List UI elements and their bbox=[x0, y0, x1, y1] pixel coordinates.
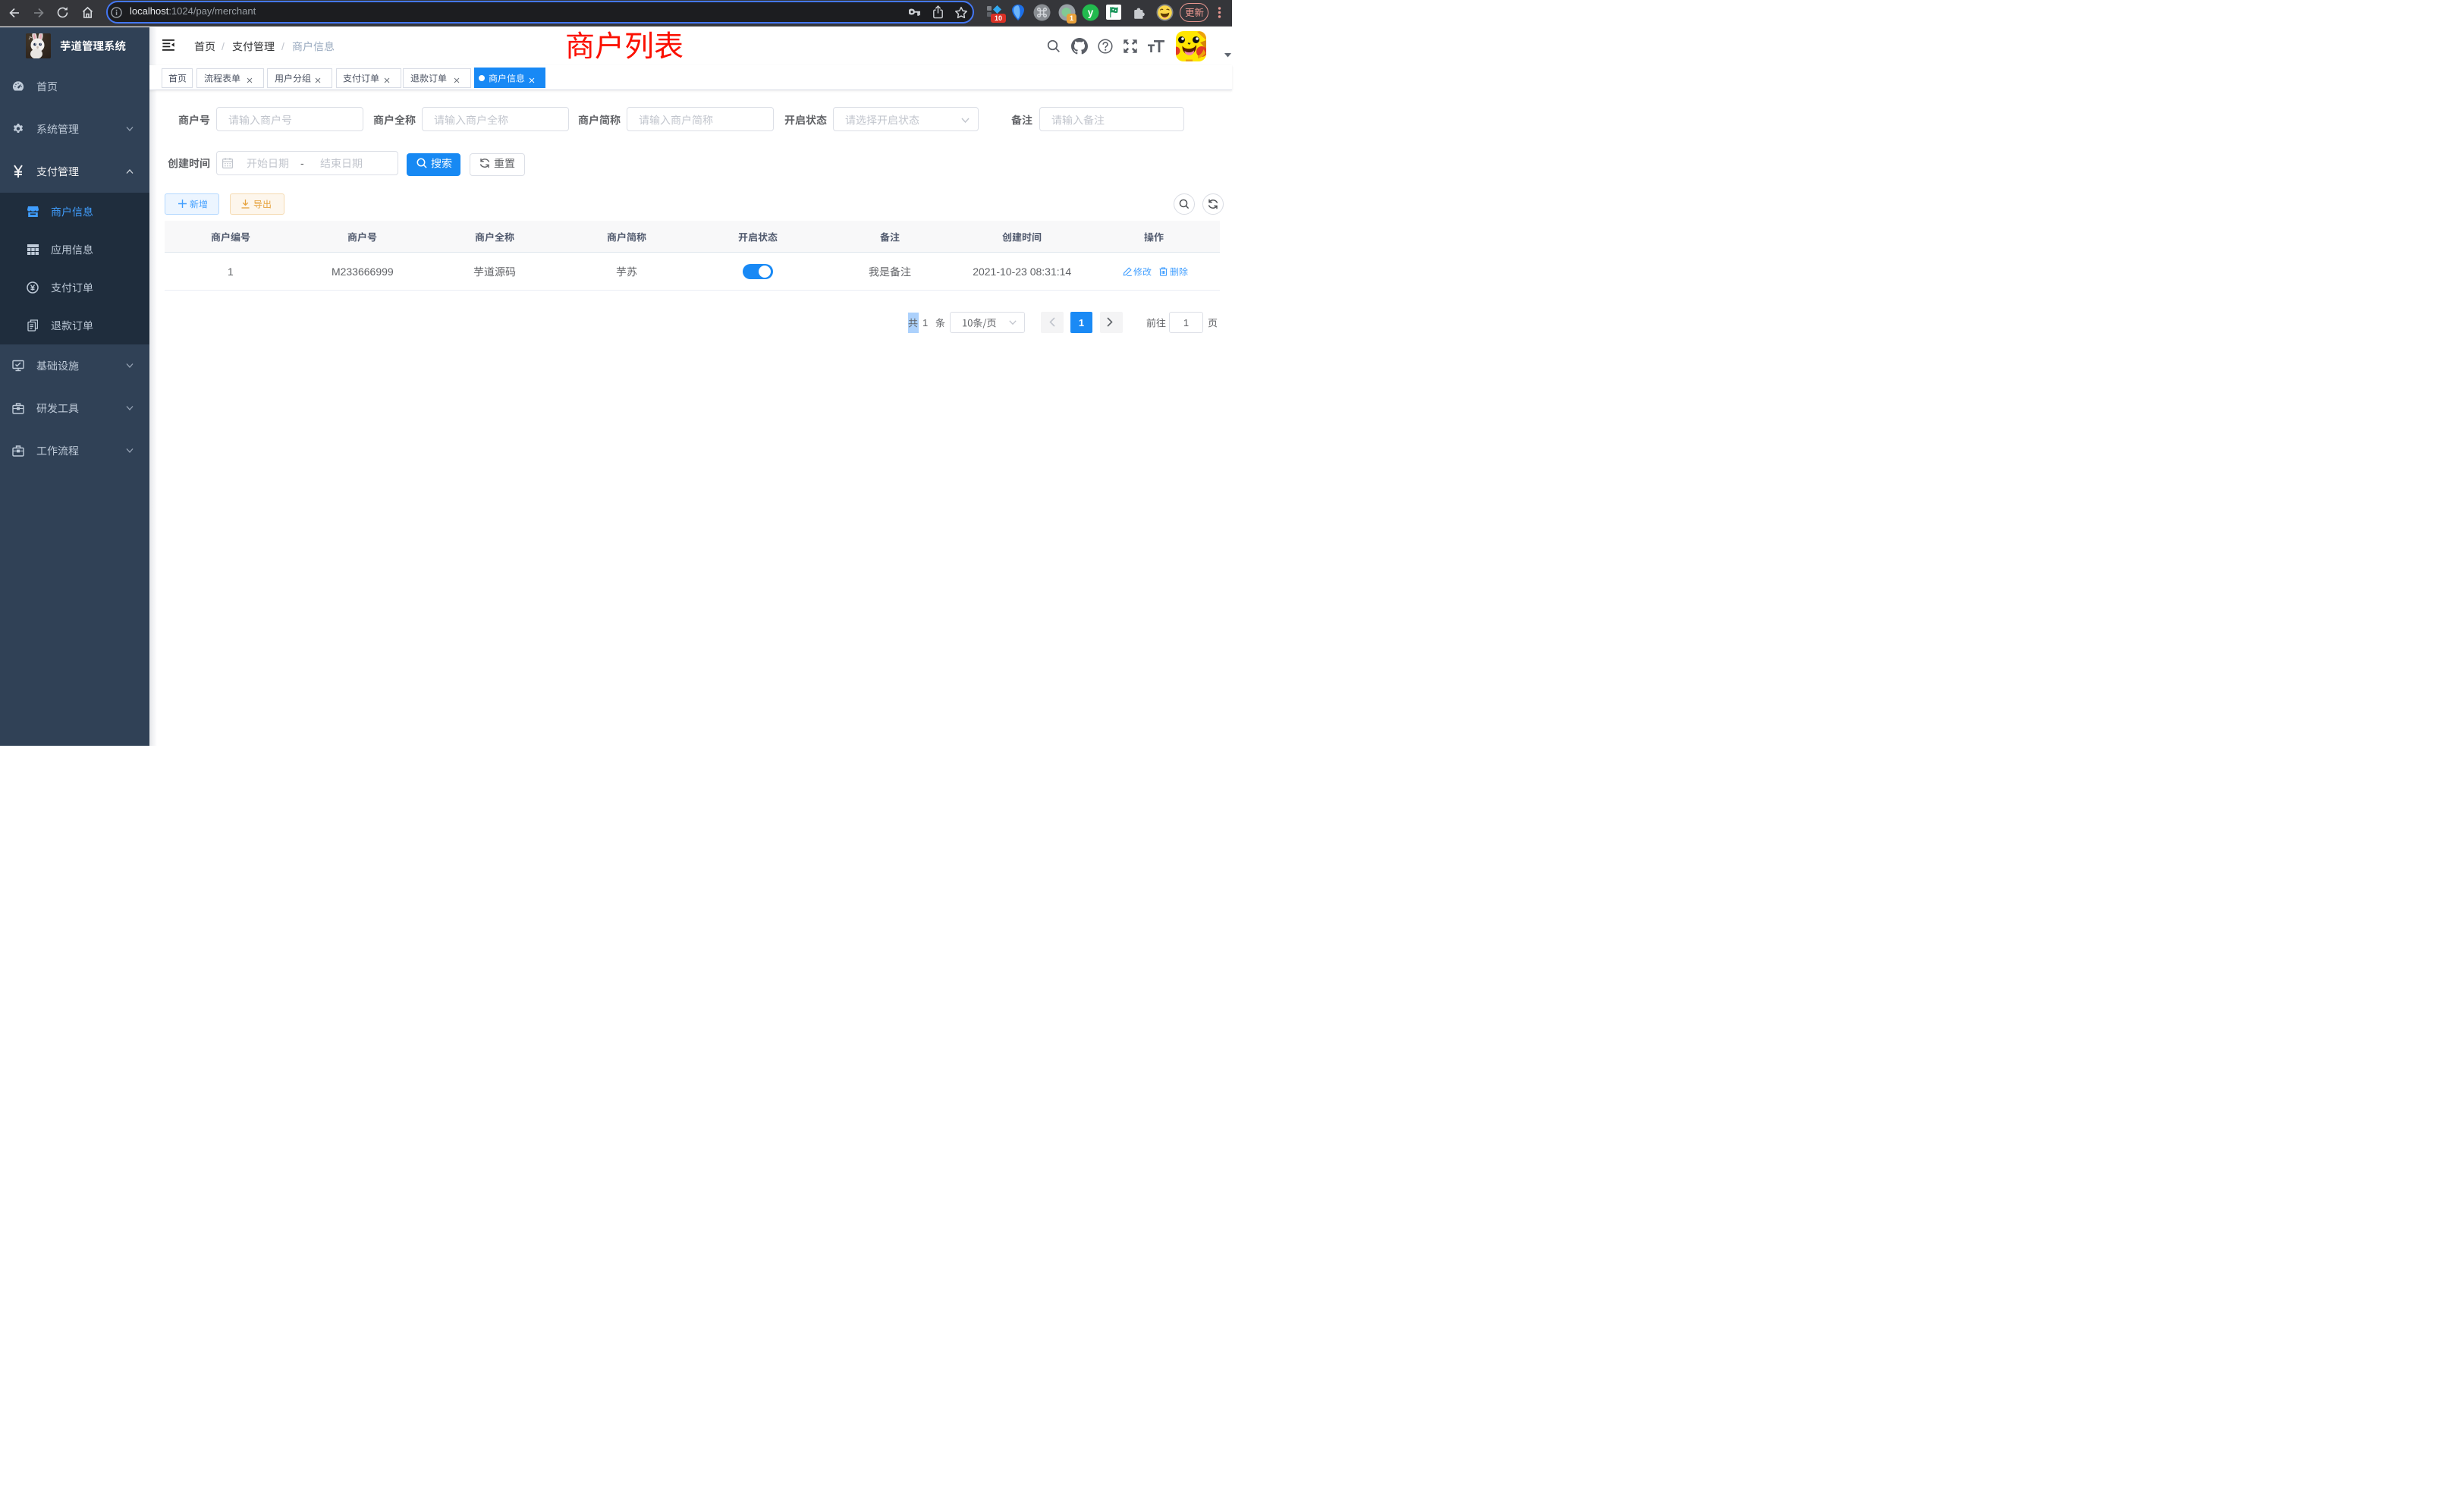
svg-text:y: y bbox=[1088, 7, 1094, 18]
